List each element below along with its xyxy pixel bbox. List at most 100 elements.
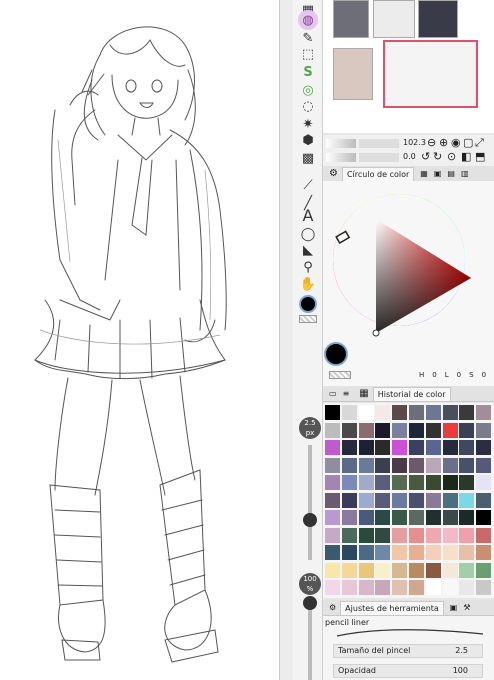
tool-wrench-icon[interactable]: ⚒	[463, 603, 470, 612]
color-swatch[interactable]	[442, 545, 458, 560]
color-swatch[interactable]	[425, 440, 441, 455]
color-swatch[interactable]	[442, 422, 458, 438]
color-swatch[interactable]	[358, 405, 374, 420]
color-swatch[interactable]	[409, 510, 424, 525]
color-swatch[interactable]	[325, 562, 340, 578]
flip-vertical-icon[interactable]: ⬒	[475, 150, 485, 163]
color-swatch[interactable]	[392, 580, 408, 595]
color-swatch[interactable]	[442, 562, 458, 578]
zoom-in-icon[interactable]: ⊕	[439, 136, 448, 149]
reference-thumbnail[interactable]	[373, 0, 415, 38]
color-swatch[interactable]	[375, 527, 391, 543]
color-swatch[interactable]	[325, 457, 340, 473]
tab-color-wheel[interactable]: Círculo de color	[341, 166, 415, 181]
text-icon[interactable]: A	[298, 205, 318, 225]
reference-thumbnail[interactable]	[333, 48, 373, 100]
color-swatch[interactable]	[341, 510, 357, 525]
color-swatch[interactable]	[425, 422, 441, 438]
color-swatch[interactable]	[476, 405, 492, 420]
color-swatch[interactable]	[425, 510, 441, 525]
fit-icon[interactable]: ◉	[451, 136, 461, 149]
color-swatch[interactable]	[358, 527, 374, 543]
color-swatch[interactable]	[325, 527, 340, 543]
color-swatch[interactable]	[375, 580, 391, 595]
flip-horizontal-icon[interactable]: ◧	[461, 150, 471, 163]
opacity-thumb[interactable]	[303, 596, 317, 610]
rotate-slider[interactable]	[326, 153, 356, 162]
color-swatch[interactable]	[409, 545, 424, 560]
color-swatch[interactable]	[358, 510, 374, 525]
color-swatch[interactable]	[425, 457, 441, 473]
color-swatch[interactable]	[476, 527, 492, 543]
color-swatch[interactable]	[409, 492, 424, 508]
color-swatch[interactable]	[325, 440, 340, 455]
panel-menu-icon[interactable]: ▭	[329, 389, 337, 398]
zoom-track[interactable]	[359, 139, 399, 148]
color-swatch[interactable]	[325, 580, 340, 595]
brush-size-indicator[interactable]: 2.5 px	[299, 417, 321, 439]
transparent-swatch-icon[interactable]	[298, 314, 318, 324]
color-mixing-icon[interactable]: ◍	[298, 10, 318, 30]
color-swatch[interactable]	[442, 510, 458, 525]
color-swatch[interactable]	[425, 545, 441, 560]
color-swatch[interactable]	[425, 492, 441, 508]
color-swatch[interactable]	[392, 440, 408, 455]
color-swatch[interactable]	[375, 545, 391, 560]
color-swatch[interactable]	[409, 580, 424, 595]
lasso-poly-icon[interactable]: ◌	[298, 96, 318, 116]
color-swatch[interactable]	[325, 545, 340, 560]
color-swatch[interactable]	[341, 405, 357, 420]
color-swatch[interactable]	[341, 492, 357, 508]
color-swatch[interactable]	[358, 475, 374, 490]
s-curve-icon[interactable]: S	[298, 62, 318, 82]
color-swatch[interactable]	[459, 562, 475, 578]
color-swatch[interactable]	[375, 475, 391, 490]
color-swatch[interactable]	[425, 527, 441, 543]
expand-icon[interactable]: ⤢	[475, 136, 484, 150]
color-swatch[interactable]	[375, 405, 391, 420]
tab-approx-icon[interactable]: ▤	[447, 169, 455, 178]
color-swatch[interactable]	[325, 422, 340, 438]
color-swatch[interactable]	[375, 492, 391, 508]
color-swatch[interactable]	[459, 457, 475, 473]
tab-color-history[interactable]: Historial de color	[372, 386, 451, 401]
color-swatch[interactable]	[358, 422, 374, 438]
transparent-color-chip[interactable]	[329, 371, 351, 379]
color-swatch[interactable]	[341, 422, 357, 438]
color-swatch[interactable]	[442, 457, 458, 473]
tab-tool-property[interactable]: Ajustes de herramienta	[340, 600, 444, 615]
opacity-slider[interactable]	[308, 599, 312, 680]
color-swatch[interactable]	[392, 545, 408, 560]
color-swatch[interactable]	[459, 527, 475, 543]
rotate-right-icon[interactable]: ↻	[433, 150, 442, 163]
color-swatch[interactable]	[358, 562, 374, 578]
tab-color-set-icon[interactable]: ▦	[420, 169, 428, 178]
color-swatch[interactable]	[442, 527, 458, 543]
tool-menu-icon[interactable]: ▣	[450, 603, 458, 612]
color-swatch[interactable]	[409, 457, 424, 473]
brush-size-thumb[interactable]	[303, 513, 317, 527]
rotate-track[interactable]	[359, 153, 399, 162]
gradient-icon[interactable]: ▩	[298, 148, 318, 168]
reference-thumbnail[interactable]	[333, 0, 369, 38]
color-swatch[interactable]	[459, 422, 475, 438]
opacity-field[interactable]: 100	[453, 665, 468, 677]
color-swatch[interactable]	[341, 475, 357, 490]
drawing-canvas[interactable]	[0, 0, 279, 680]
color-swatch[interactable]	[341, 580, 357, 595]
color-swatch[interactable]	[476, 422, 492, 438]
color-swatch[interactable]	[392, 422, 408, 438]
square-icon[interactable]: ▢	[463, 136, 473, 149]
color-swatch[interactable]	[392, 457, 408, 473]
color-swatch[interactable]	[459, 580, 475, 595]
panel-list-icon[interactable]: ≡	[343, 389, 350, 398]
opacity-row[interactable]: Opacidad 100	[333, 664, 483, 678]
color-swatch[interactable]	[476, 492, 492, 508]
brush-size-field[interactable]: 2.5	[455, 645, 468, 657]
active-reference-thumbnail[interactable]	[383, 40, 478, 108]
color-wheel[interactable]	[323, 181, 494, 386]
color-swatch[interactable]	[341, 527, 357, 543]
color-swatch[interactable]	[409, 475, 424, 490]
color-swatch[interactable]	[375, 562, 391, 578]
color-swatch[interactable]	[425, 562, 441, 578]
